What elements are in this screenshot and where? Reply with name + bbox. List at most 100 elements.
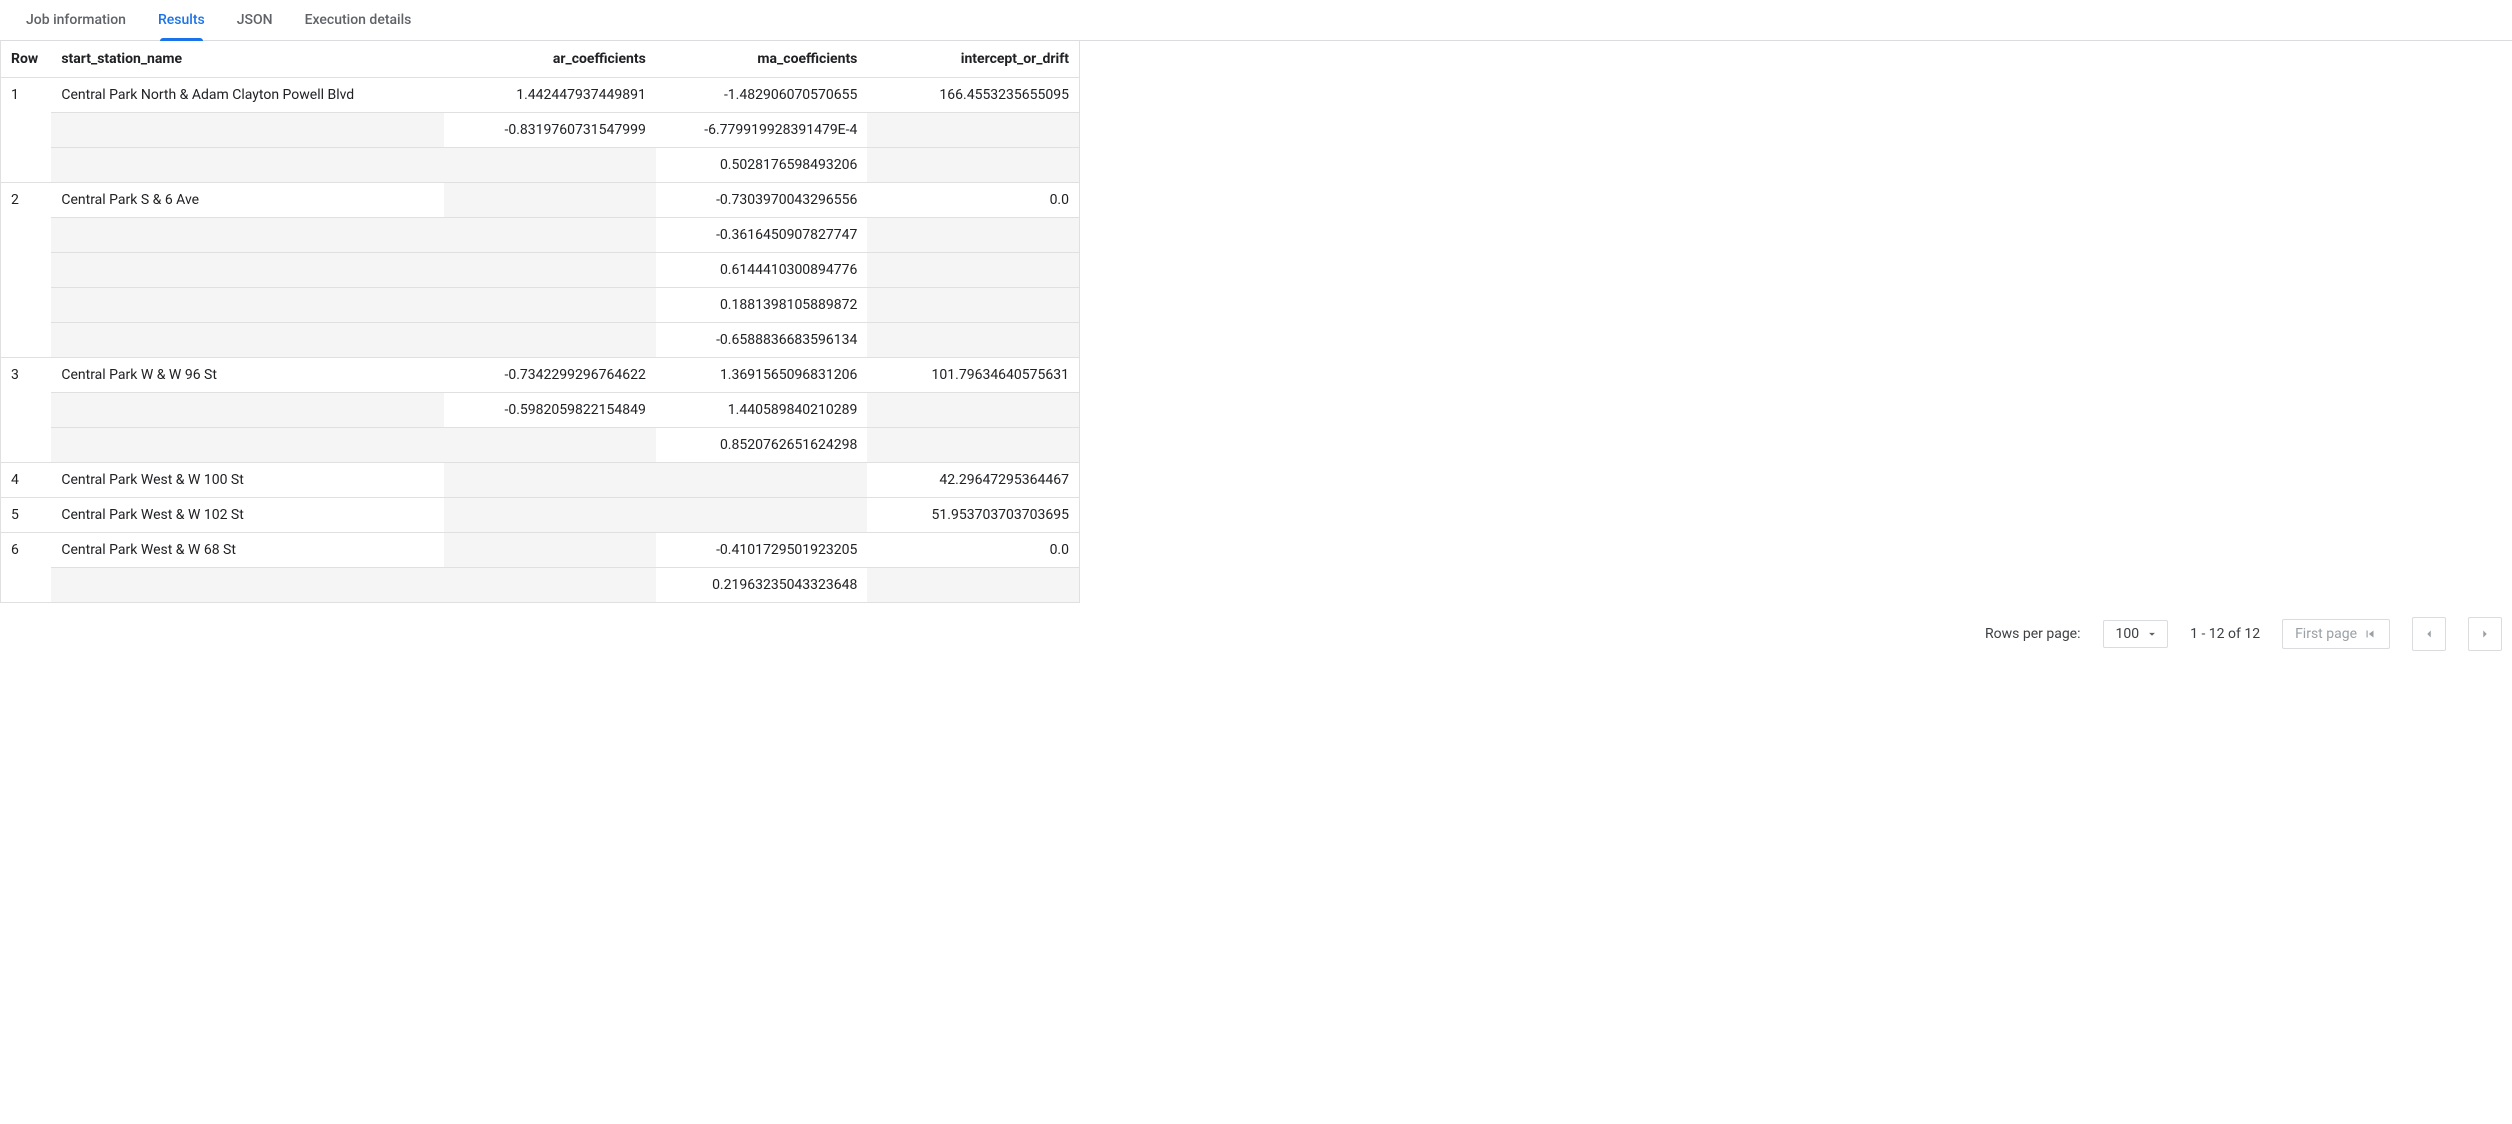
- table-row: 0.8520762651624298: [1, 428, 1079, 463]
- pagination-range: 1 - 12 of 12: [2190, 626, 2260, 642]
- table-header-row: Row start_station_name ar_coefficients m…: [1, 41, 1079, 78]
- cell-ma-coefficients: -0.4101729501923205: [656, 533, 868, 568]
- table-row: 0.6144410300894776: [1, 253, 1079, 288]
- cell-ar-coefficients: [444, 428, 656, 463]
- results-table: Row start_station_name ar_coefficients m…: [1, 41, 1079, 603]
- table-row: 0.21963235043323648: [1, 568, 1079, 603]
- cell-ma-coefficients: -1.482906070570655: [656, 78, 868, 113]
- table-row: -0.6588836683596134: [1, 323, 1079, 358]
- cell-ma-coefficients: -0.7303970043296556: [656, 183, 868, 218]
- table-row: -0.8319760731547999-6.779919928391479E-4: [1, 113, 1079, 148]
- header-ma-coefficients: ma_coefficients: [656, 41, 868, 78]
- cell-row-number: 2: [1, 183, 51, 358]
- cell-station-name-empty: [51, 113, 444, 148]
- cell-ma-coefficients: [656, 463, 868, 498]
- cell-ma-coefficients: 0.8520762651624298: [656, 428, 868, 463]
- cell-ar-coefficients: [444, 288, 656, 323]
- cell-intercept: [867, 323, 1079, 358]
- table-row: 0.1881398105889872: [1, 288, 1079, 323]
- cell-ma-coefficients: 0.5028176598493206: [656, 148, 868, 183]
- cell-intercept: [867, 218, 1079, 253]
- chevron-left-icon: [2422, 627, 2436, 641]
- table-row: 6Central Park West & W 68 St-0.410172950…: [1, 533, 1079, 568]
- cell-ma-coefficients: 1.440589840210289: [656, 393, 868, 428]
- cell-ar-coefficients: -0.7342299296764622: [444, 358, 656, 393]
- cell-station-name-empty: [51, 148, 444, 183]
- table-row: 1Central Park North & Adam Clayton Powel…: [1, 78, 1079, 113]
- cell-station-name: Central Park West & W 68 St: [51, 533, 444, 568]
- first-page-label: First page: [2295, 626, 2357, 642]
- cell-ar-coefficients: [444, 218, 656, 253]
- cell-station-name-empty: [51, 568, 444, 603]
- table-row: 4Central Park West & W 100 St 42.29647295…: [1, 463, 1079, 498]
- cell-intercept: [867, 288, 1079, 323]
- cell-ar-coefficients: [444, 533, 656, 568]
- tab-results[interactable]: Results: [142, 0, 221, 40]
- header-intercept: intercept_or_drift: [867, 41, 1079, 78]
- cell-intercept: [867, 253, 1079, 288]
- first-page-icon: [2363, 627, 2377, 641]
- cell-station-name-empty: [51, 428, 444, 463]
- cell-intercept: 0.0: [867, 533, 1079, 568]
- cell-ar-coefficients: [444, 323, 656, 358]
- cell-station-name-empty: [51, 218, 444, 253]
- cell-station-name: Central Park S & 6 Ave: [51, 183, 444, 218]
- cell-ar-coefficients: -0.8319760731547999: [444, 113, 656, 148]
- cell-ma-coefficients: -0.6588836683596134: [656, 323, 868, 358]
- tab-execution-details[interactable]: Execution details: [289, 0, 428, 40]
- prev-page-button[interactable]: [2412, 617, 2446, 651]
- cell-intercept: 51.953703703703695: [867, 498, 1079, 533]
- cell-intercept: 101.79634640575631: [867, 358, 1079, 393]
- first-page-button[interactable]: First page: [2282, 619, 2390, 649]
- results-table-container: Row start_station_name ar_coefficients m…: [0, 41, 1080, 603]
- cell-intercept: 42.29647295364467: [867, 463, 1079, 498]
- table-row: 3Central Park W & W 96 St-0.734229929676…: [1, 358, 1079, 393]
- pagination-footer: Rows per page: 100 1 - 12 of 12 First pa…: [0, 603, 2512, 665]
- cell-ar-coefficients: -0.5982059822154849: [444, 393, 656, 428]
- cell-intercept: [867, 568, 1079, 603]
- cell-ar-coefficients: [444, 463, 656, 498]
- cell-station-name: Central Park North & Adam Clayton Powell…: [51, 78, 444, 113]
- cell-station-name-empty: [51, 393, 444, 428]
- cell-ar-coefficients: [444, 568, 656, 603]
- header-ar-coefficients: ar_coefficients: [444, 41, 656, 78]
- table-row: -0.59820598221548491.440589840210289: [1, 393, 1079, 428]
- tab-bar: Job information Results JSON Execution d…: [0, 0, 2512, 41]
- cell-station-name: Central Park W & W 96 St: [51, 358, 444, 393]
- table-row: 5Central Park West & W 102 St51.95370370…: [1, 498, 1079, 533]
- cell-ma-coefficients: -6.779919928391479E-4: [656, 113, 868, 148]
- rows-per-page-select[interactable]: 100: [2103, 620, 2169, 648]
- cell-ar-coefficients: 1.442447937449891: [444, 78, 656, 113]
- cell-ma-coefficients: 0.1881398105889872: [656, 288, 868, 323]
- cell-station-name-empty: [51, 288, 444, 323]
- cell-intercept: [867, 113, 1079, 148]
- cell-intercept: [867, 393, 1079, 428]
- cell-intercept: [867, 428, 1079, 463]
- cell-station-name: Central Park West & W 100 St: [51, 463, 444, 498]
- rows-per-page-value: 100: [2116, 626, 2140, 642]
- cell-ma-coefficients: -0.3616450907827747: [656, 218, 868, 253]
- cell-intercept: 0.0: [867, 183, 1079, 218]
- cell-ma-coefficients: 0.6144410300894776: [656, 253, 868, 288]
- table-row: 0.5028176598493206: [1, 148, 1079, 183]
- next-page-button[interactable]: [2468, 617, 2502, 651]
- tab-job-information[interactable]: Job information: [10, 0, 142, 40]
- cell-intercept: 166.4553235655095: [867, 78, 1079, 113]
- header-start-station-name: start_station_name: [51, 41, 444, 78]
- cell-ar-coefficients: [444, 498, 656, 533]
- cell-row-number: 4: [1, 463, 51, 498]
- cell-ma-coefficients: 1.3691565096831206: [656, 358, 868, 393]
- cell-row-number: 3: [1, 358, 51, 463]
- cell-ma-coefficients: [656, 498, 868, 533]
- cell-row-number: 6: [1, 533, 51, 603]
- cell-ar-coefficients: [444, 253, 656, 288]
- cell-ar-coefficients: [444, 183, 656, 218]
- header-row: Row: [1, 41, 51, 78]
- chevron-right-icon: [2478, 627, 2492, 641]
- cell-row-number: 1: [1, 78, 51, 183]
- table-row: -0.3616450907827747: [1, 218, 1079, 253]
- tab-json[interactable]: JSON: [221, 0, 289, 40]
- chevron-down-icon: [2145, 627, 2159, 641]
- rows-per-page-label: Rows per page:: [1985, 626, 2080, 642]
- cell-intercept: [867, 148, 1079, 183]
